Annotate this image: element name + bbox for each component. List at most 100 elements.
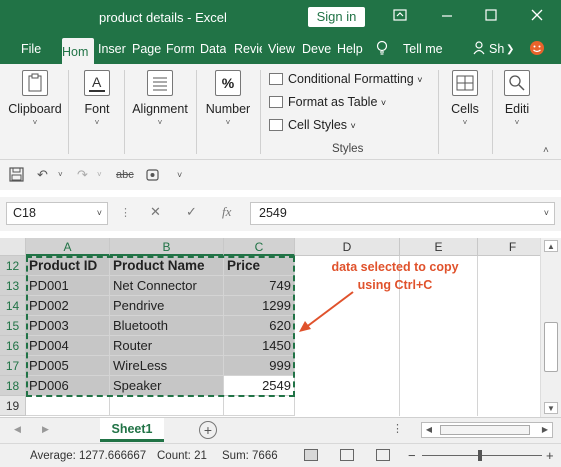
cell-b18[interactable]: Speaker [110, 376, 224, 396]
horizontal-scrollbar[interactable]: ◀ ▶ [421, 422, 553, 438]
formula-input[interactable]: 2549 ˅ [250, 202, 555, 225]
tab-home[interactable]: Hom [62, 38, 94, 64]
save-icon[interactable] [9, 167, 24, 185]
tab-review[interactable]: Revie [234, 42, 262, 56]
horizontal-scroll-thumb[interactable] [440, 425, 530, 435]
share-button[interactable]: Sh [489, 42, 504, 56]
row-header-18[interactable]: 18 [0, 376, 26, 396]
cells-column-f[interactable] [478, 256, 540, 416]
tab-developer[interactable]: Deve [302, 42, 332, 56]
row-header-13[interactable]: 13 [0, 276, 26, 296]
cell-c13[interactable]: 749 [224, 276, 295, 296]
cell-c19[interactable] [224, 396, 295, 416]
close-icon[interactable] [528, 8, 546, 26]
cell-b14[interactable]: Pendrive [110, 296, 224, 316]
cell-styles-button[interactable]: Cell Styles ˅ [269, 118, 356, 132]
scroll-left-icon[interactable]: ◀ [422, 423, 436, 437]
vertical-scroll-thumb[interactable] [544, 322, 558, 372]
editing-button[interactable]: Editi ˅ [497, 70, 537, 127]
sheet-tab-sheet1[interactable]: Sheet1 [100, 418, 164, 442]
chevron-down-icon[interactable]: ˅ [97, 203, 102, 224]
cell-b13[interactable]: Net Connector [110, 276, 224, 296]
row-header-15[interactable]: 15 [0, 316, 26, 336]
column-header-f[interactable]: F [478, 238, 540, 256]
cell-c16[interactable]: 1450 [224, 336, 295, 356]
cell-b16[interactable]: Router [110, 336, 224, 356]
row-header-12[interactable]: 12 [0, 256, 26, 276]
cell-b19[interactable] [110, 396, 224, 416]
zoom-out-button[interactable]: − [408, 448, 416, 463]
maximize-icon[interactable] [482, 8, 500, 26]
tab-help[interactable]: Help [337, 42, 363, 56]
page-layout-view-icon[interactable] [340, 449, 354, 461]
zoom-slider-thumb[interactable] [478, 450, 482, 461]
cell-a13[interactable]: PD001 [26, 276, 110, 296]
cell-a17[interactable]: PD005 [26, 356, 110, 376]
spelling-icon[interactable]: abc [116, 169, 134, 181]
tab-formulas[interactable]: Form [166, 42, 194, 56]
enter-check-icon[interactable]: ✓ [186, 204, 197, 220]
page-break-view-icon[interactable] [376, 449, 390, 461]
zoom-in-button[interactable]: + [546, 448, 554, 463]
sign-in-button[interactable]: Sign in [308, 7, 365, 27]
cells-button[interactable]: Cells ˅ [445, 70, 485, 127]
cell-a19[interactable] [26, 396, 110, 416]
cell-c17[interactable]: 999 [224, 356, 295, 376]
vertical-scrollbar[interactable]: ▲ ▼ [540, 238, 561, 417]
row-header-17[interactable]: 17 [0, 356, 26, 376]
redo-icon[interactable]: ↷ [77, 167, 88, 183]
clipboard-button[interactable]: Clipboard ˅ [6, 70, 64, 127]
customize-toolbar-icon[interactable]: ˅ [177, 170, 182, 180]
column-header-e[interactable]: E [400, 238, 478, 256]
cell-b12[interactable]: Product Name [110, 256, 224, 276]
row-header-14[interactable]: 14 [0, 296, 26, 316]
column-header-b[interactable]: B [110, 238, 224, 256]
scroll-right-icon[interactable]: ▶ [538, 423, 552, 437]
normal-view-icon[interactable] [304, 449, 318, 461]
cell-b15[interactable]: Bluetooth [110, 316, 224, 336]
cell-a15[interactable]: PD003 [26, 316, 110, 336]
insert-function-icon[interactable]: fx [222, 204, 231, 220]
tab-split-grip-icon[interactable]: ⋮ [392, 422, 403, 435]
select-all-corner[interactable] [0, 238, 26, 256]
column-header-d[interactable]: D [295, 238, 400, 256]
cell-c12[interactable]: Price [224, 256, 295, 276]
undo-icon[interactable]: ↶ [37, 167, 48, 183]
sheet-prev-icon[interactable]: ◀ [14, 424, 21, 435]
smiley-feedback-icon[interactable] [529, 40, 545, 59]
chevron-right-icon[interactable]: ❯ [506, 44, 514, 55]
cell-b17[interactable]: WireLess [110, 356, 224, 376]
touch-mode-icon[interactable] [145, 167, 161, 185]
row-header-16[interactable]: 16 [0, 336, 26, 356]
ribbon-display-options-icon[interactable] [391, 8, 409, 26]
cell-a18[interactable]: PD006 [26, 376, 110, 396]
tab-insert[interactable]: Inser [98, 42, 128, 56]
undo-dropdown-icon[interactable]: ˅ [58, 170, 63, 179]
tab-data[interactable]: Data [200, 42, 226, 56]
cell-a14[interactable]: PD002 [26, 296, 110, 316]
cancel-icon[interactable]: ✕ [150, 204, 161, 220]
redo-dropdown-icon[interactable]: ˅ [97, 170, 102, 179]
format-as-table-button[interactable]: Format as Table ˅ [269, 95, 386, 109]
zoom-slider[interactable] [422, 455, 542, 456]
alignment-button[interactable]: Alignment ˅ [130, 70, 190, 127]
tell-me-search[interactable]: Tell me [403, 42, 443, 56]
expand-formula-bar-icon[interactable]: ˅ [544, 203, 549, 224]
tab-view[interactable]: View [268, 42, 295, 56]
font-button[interactable]: A Font ˅ [75, 70, 119, 127]
number-button[interactable]: % Number ˅ [203, 70, 253, 127]
row-header-19[interactable]: 19 [0, 396, 26, 416]
cell-c18-active[interactable]: 2549 [224, 376, 295, 396]
sheet-next-icon[interactable]: ▶ [42, 424, 49, 435]
column-header-a[interactable]: A [26, 238, 110, 256]
cell-c14[interactable]: 1299 [224, 296, 295, 316]
column-header-c[interactable]: C [224, 238, 295, 256]
minimize-icon[interactable] [438, 8, 456, 26]
conditional-formatting-button[interactable]: Conditional Formatting ˅ [269, 72, 423, 86]
add-sheet-icon[interactable]: + [199, 421, 217, 439]
lightbulb-icon[interactable] [376, 40, 388, 59]
name-box[interactable]: C18 ˅ [6, 202, 108, 225]
scroll-down-icon[interactable]: ▼ [544, 402, 558, 414]
tab-page-layout[interactable]: Page [132, 42, 162, 56]
cell-a16[interactable]: PD004 [26, 336, 110, 356]
